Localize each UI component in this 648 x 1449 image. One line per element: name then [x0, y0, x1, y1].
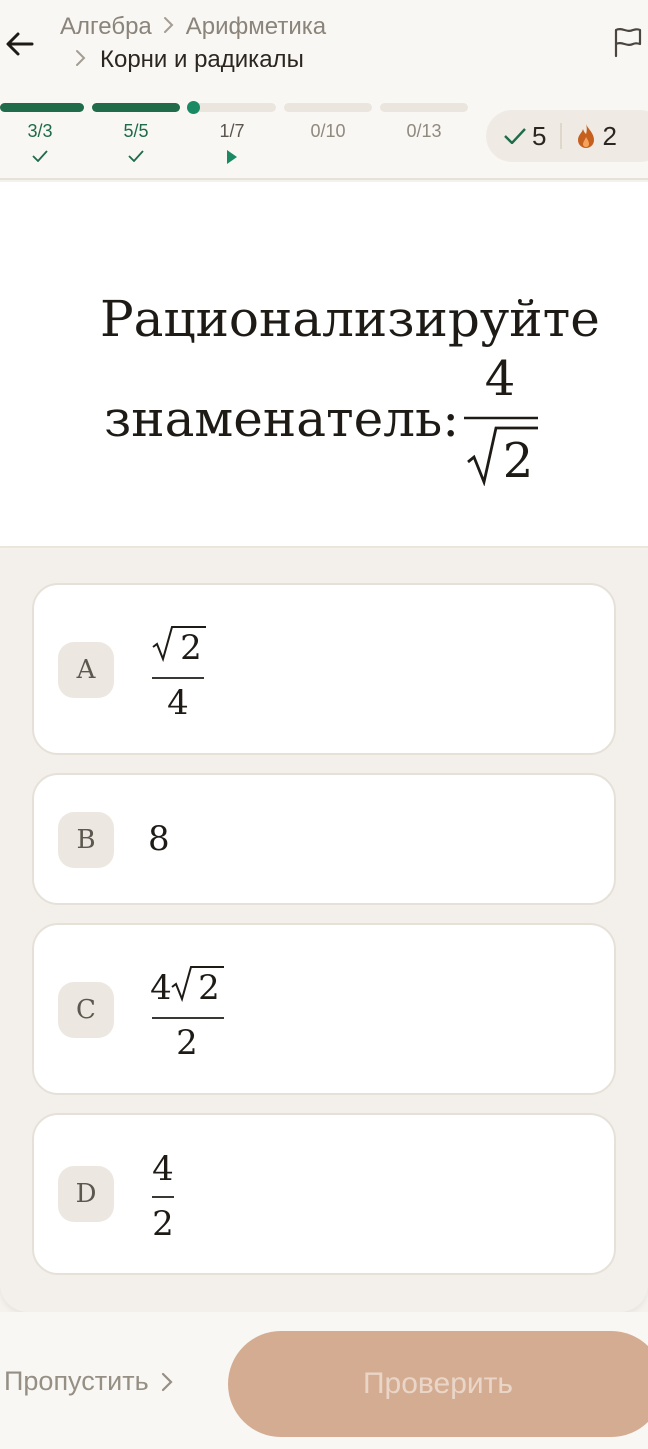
- stats-divider: [560, 123, 563, 149]
- option-a[interactable]: A 2 4: [32, 583, 616, 755]
- flame-icon: [578, 124, 595, 148]
- checkmark-icon: [504, 128, 526, 144]
- option-d-numerator: 4: [152, 1149, 174, 1189]
- progress-segment-3: [188, 103, 276, 112]
- progress-label-1: 3/3: [27, 121, 53, 141]
- question-text-line1: Рационализируйте: [100, 290, 600, 348]
- option-letter: A: [58, 642, 114, 698]
- correct-count: 5: [504, 121, 546, 152]
- progress-segment-2: [92, 103, 180, 112]
- option-letter: B: [58, 812, 114, 868]
- progress-current-dot: [187, 101, 200, 114]
- streak-count: 2: [576, 120, 617, 152]
- option-b[interactable]: B 8: [32, 773, 616, 905]
- option-c-denominator: 2: [176, 1023, 198, 1059]
- chevron-right-icon: [161, 1372, 173, 1391]
- progress-segment-5: [380, 103, 468, 112]
- progress-label-3: 1/7: [219, 121, 245, 141]
- progress-label-4: 0/10: [310, 121, 346, 141]
- breadcrumb-topic[interactable]: Арифметика: [186, 10, 326, 43]
- question-card: [0, 182, 648, 548]
- option-d-denominator: 2: [152, 1204, 174, 1244]
- progress-done-mark-1: [0, 150, 80, 162]
- check-button-label: Проверить: [362, 1367, 514, 1400]
- option-letter: D: [58, 1166, 114, 1222]
- option-b-value: 8: [148, 819, 170, 859]
- stats-pill: 5 2: [486, 110, 648, 162]
- question-denominator-radicand: 2: [503, 433, 534, 486]
- report-flag-button[interactable]: [612, 26, 648, 62]
- progress-segment-1: [0, 103, 84, 112]
- option-letter: C: [58, 982, 114, 1038]
- correct-count-value: 5: [532, 120, 547, 151]
- skip-button-label: Пропустить: [4, 1366, 149, 1396]
- checkmark-icon: [32, 150, 48, 162]
- option-a-radicand: 2: [180, 628, 202, 668]
- skip-button[interactable]: Пропустить: [4, 1366, 177, 1397]
- chevron-right-icon: [70, 43, 92, 76]
- back-arrow-icon: [6, 32, 34, 56]
- option-a-value: 2 4: [150, 623, 210, 723]
- question-numerator: 4: [485, 351, 516, 407]
- option-a-denominator: 4: [167, 683, 189, 719]
- option-c[interactable]: C 4 2 2: [32, 923, 616, 1095]
- breadcrumb: Алгебра Арифметика Корни и радикалы: [60, 10, 326, 76]
- progress-segment-4: [284, 103, 372, 112]
- chevron-right-icon: [158, 10, 180, 43]
- progress-label-2: 5/5: [123, 121, 149, 141]
- play-triangle-icon: [227, 150, 237, 164]
- progress-current-mark: [192, 150, 272, 164]
- check-button[interactable]: Проверить: [228, 1331, 648, 1437]
- option-c-coefficient: 4: [150, 968, 172, 1008]
- question-text-line2: знаменатель:: [104, 390, 460, 448]
- top-bar: Алгебра Арифметика Корни и радикалы 3/3 …: [0, 0, 648, 180]
- question-fraction: 4 2: [462, 350, 540, 490]
- progress-label-5: 0/13: [406, 121, 442, 141]
- flag-icon: [614, 28, 642, 58]
- back-button[interactable]: [0, 24, 40, 64]
- breadcrumb-subject[interactable]: Алгебра: [60, 10, 152, 43]
- breadcrumb-subtopic: Корни и радикалы: [100, 46, 304, 73]
- streak-count-value: 2: [602, 120, 617, 151]
- progress-done-mark-2: [96, 150, 176, 162]
- option-d[interactable]: D 4 2: [32, 1113, 616, 1275]
- checkmark-icon: [128, 150, 144, 162]
- option-c-radicand: 2: [198, 968, 220, 1008]
- option-c-value: 4 2 2: [150, 963, 230, 1063]
- option-d-value: 4 2: [150, 1149, 190, 1249]
